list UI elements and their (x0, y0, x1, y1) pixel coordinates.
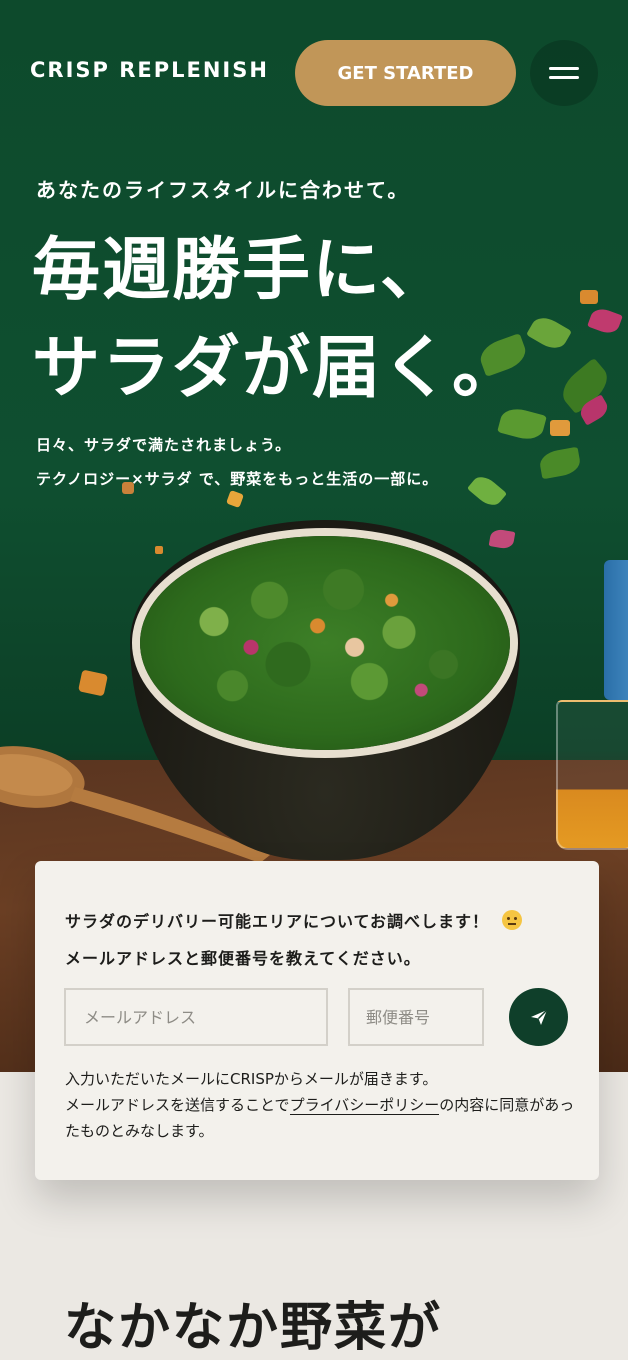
subtext-line-1: 日々、サラダで満たされましょう。 (36, 436, 292, 454)
note-line-2: メールアドレスを送信することでプライバシーポリシーの内容に同意があったものとみな… (65, 1092, 575, 1144)
site-header: CRISP REPLENISH GET STARTED (0, 0, 628, 140)
submit-button[interactable] (509, 988, 568, 1046)
note-text-pre: メールアドレスを送信することで (65, 1096, 290, 1114)
privacy-policy-link[interactable]: プライバシーポリシー (289, 1096, 440, 1115)
hero-tagline: あなたのライフスタイルに合わせて。 (36, 178, 410, 202)
form-lead-text: サラダのデリバリー可能エリアについてお調べします！ メールアドレスと郵便番号を教… (65, 903, 575, 977)
hero-headline: 毎週勝手に、 サラダが届く。 (32, 222, 522, 418)
salad-bowl-image (130, 520, 520, 860)
hamburger-menu-icon[interactable] (530, 40, 598, 106)
email-input[interactable] (64, 988, 328, 1046)
form-note: 入力いただいたメールにCRISPからメールが届きます。 メールアドレスを送信する… (65, 1066, 575, 1144)
thinking-face-icon (501, 910, 522, 930)
glass-image (556, 700, 628, 850)
headline-line-2: サラダが届く。 (32, 329, 523, 408)
brand-logo[interactable]: CRISP REPLENISH (30, 58, 269, 82)
bottle-image (604, 560, 628, 700)
crouton-image (155, 546, 163, 554)
section-heading: なかなか野菜が (64, 1298, 443, 1358)
headline-line-1: 毎週勝手に、 (32, 231, 450, 310)
form-lead-line-1: サラダのデリバリー可能エリアについてお調べします！ (65, 912, 490, 931)
hero-subtext: 日々、サラダで満たされましょう。 テクノロジー×サラダ で、野菜をもっと生活の一… (36, 428, 438, 496)
delivery-check-form: サラダのデリバリー可能エリアについてお調べします！ メールアドレスと郵便番号を教… (35, 861, 599, 1180)
paper-plane-icon (530, 1009, 548, 1025)
crouton-image (77, 669, 109, 697)
subtext-line-2: テクノロジー×サラダ で、野菜をもっと生活の一部に。 (36, 470, 439, 488)
note-line-1: 入力いただいたメールにCRISPからメールが届きます。 (65, 1070, 438, 1088)
get-started-button[interactable]: GET STARTED (295, 40, 516, 106)
form-lead-line-2: メールアドレスと郵便番号を教えてください。 (65, 949, 421, 968)
zipcode-input[interactable] (348, 988, 484, 1046)
